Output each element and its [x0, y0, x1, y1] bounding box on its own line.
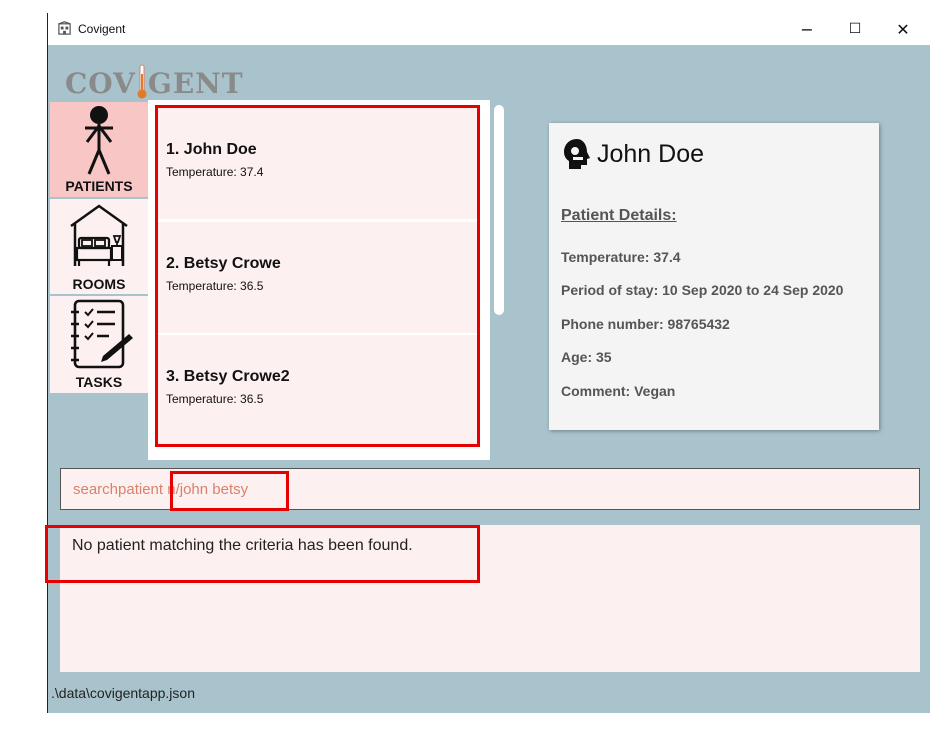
sidebar-item-label: TASKS	[75, 374, 123, 390]
app-icon	[58, 21, 71, 35]
close-button[interactable]: ✕	[879, 13, 927, 45]
patient-name: 3. Betsy Crowe2	[166, 368, 290, 385]
patient-detail-card: John Doe Patient Details: Temperature: 3…	[549, 123, 879, 430]
patient-temperature: Temperature: 37.4	[166, 165, 264, 179]
detail-phone: Phone number: 98765432	[561, 316, 730, 332]
bedroom-icon	[70, 204, 128, 266]
sidebar-item-label: PATIENTS	[65, 178, 133, 194]
maximize-button[interactable]: ☐	[831, 13, 879, 45]
logo-text-left: COV	[65, 67, 136, 100]
status-bar-path: .\data\covigentapp.json	[51, 685, 195, 701]
patient-temperature: Temperature: 36.5	[166, 392, 264, 406]
checklist-icon	[71, 299, 133, 369]
list-item[interactable]: 3. Betsy Crowe2 Temperature: 36.5	[158, 335, 477, 444]
detail-subtitle: Patient Details:	[561, 207, 677, 224]
window-title: Covigent	[78, 22, 126, 36]
command-highlight-box	[170, 471, 289, 511]
patient-temperature: Temperature: 36.5	[166, 279, 264, 293]
sidebar-item-rooms[interactable]: ROOMS	[50, 199, 148, 296]
sidebar-item-patients[interactable]: PATIENTS	[50, 102, 148, 199]
patient-name: 2. Betsy Crowe	[166, 255, 281, 272]
minimize-button[interactable]: −	[783, 13, 831, 45]
app-window: Covigent − ☐ ✕ COV GENT PATIENTS ROOMS T…	[45, 13, 930, 713]
title-bar: Covigent − ☐ ✕	[48, 13, 930, 45]
detail-header: John Doe	[561, 137, 704, 171]
detail-patient-name: John Doe	[597, 139, 705, 168]
sidebar-item-tasks[interactable]: TASKS	[50, 296, 148, 393]
patient-head-icon	[564, 139, 590, 169]
app-body: COV GENT PATIENTS ROOMS TASKS 1. John Do…	[45, 45, 930, 713]
list-item[interactable]: 2. Betsy Crowe Temperature: 36.5	[158, 222, 477, 333]
logo-text-right: GENT	[147, 67, 244, 100]
patient-list-panel: 1. John Doe Temperature: 37.4 2. Betsy C…	[148, 100, 490, 460]
patient-name: 1. John Doe	[166, 141, 257, 158]
detail-comment: Comment: Vegan	[561, 383, 676, 399]
sidebar-item-label: ROOMS	[72, 276, 126, 292]
detail-temperature: Temperature: 37.4	[561, 249, 681, 265]
list-item[interactable]: 1. John Doe Temperature: 37.4	[158, 108, 477, 219]
app-logo: COV GENT	[65, 64, 244, 100]
list-scrollbar[interactable]	[494, 105, 504, 315]
sidebar: PATIENTS ROOMS TASKS	[50, 102, 148, 393]
person-icon	[85, 106, 113, 175]
detail-age: Age: 35	[561, 349, 612, 365]
detail-stay: Period of stay: 10 Sep 2020 to 24 Sep 20…	[561, 282, 844, 298]
thermometer-icon	[137, 64, 147, 99]
patient-list: 1. John Doe Temperature: 37.4 2. Betsy C…	[155, 105, 480, 447]
result-highlight-box	[45, 525, 480, 583]
